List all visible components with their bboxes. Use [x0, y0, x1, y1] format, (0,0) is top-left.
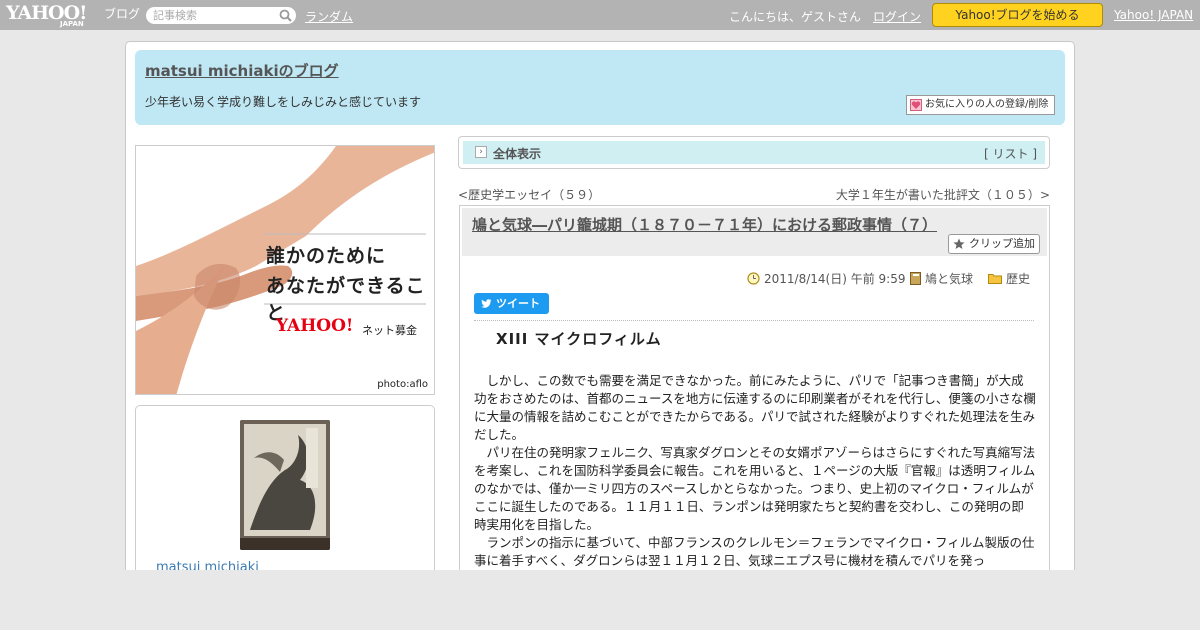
- ad-headline-1: 誰かのために: [266, 245, 387, 267]
- tweet-button[interactable]: ツイート: [474, 293, 549, 314]
- category-link-1[interactable]: 鳩と気球: [925, 272, 973, 286]
- logo-sub-text: JAPAN: [60, 20, 84, 28]
- book-cover-illustration: [240, 420, 330, 550]
- article-paragraph: パリ在住の発明家フェルニク、写真家ダグロンとその女婿ポアゾーらはさらにすぐれた写…: [474, 445, 1036, 532]
- favorite-register-button[interactable]: お気に入りの人の登録/削除: [906, 95, 1055, 115]
- article-view-bar-inner: › 全体表示 [ リスト ]: [463, 141, 1045, 164]
- next-article-nav: 大学１年生が書いた批評文（１０５）>: [835, 188, 1050, 202]
- profile-box: matsui michiaki: [135, 405, 435, 585]
- article-body: しかし、この数でも需要を満足できなかった。前にみたように、パリで「記事つき書簡」…: [474, 372, 1036, 570]
- list-bracket-close: ]: [1032, 147, 1037, 161]
- article-paragraph: ランポンの指示に基づいて、中部フランスのクレルモン＝フェランでマイクロ・フィルム…: [474, 535, 1035, 568]
- search-icon[interactable]: [279, 9, 292, 22]
- search-input[interactable]: [153, 8, 273, 23]
- article-date: 2011/8/14(日) 午前 9:59: [747, 270, 905, 287]
- yahoo-blog-logo[interactable]: YAHOO! JAPAN ブログ: [6, 2, 140, 28]
- ad-net-bokin-text: ネット募金: [362, 324, 417, 337]
- blog-title-link[interactable]: matsui michiakiのブログ: [145, 60, 339, 81]
- random-link[interactable]: ランダム: [305, 8, 353, 25]
- article-title[interactable]: 鳩と気球―パリ籠城期（１８７０－７１年）における郵政事情（７）: [472, 214, 937, 235]
- list-link-wrapper: [ リスト ]: [984, 145, 1037, 162]
- blog-header: matsui michiakiのブログ 少年老い易く学成り難しをしみじみと感じて…: [135, 50, 1065, 125]
- list-view-link[interactable]: リスト: [992, 147, 1028, 161]
- login-link[interactable]: ログイン: [873, 8, 921, 25]
- view-all-label[interactable]: 全体表示: [493, 145, 541, 162]
- page-bottom-area: [0, 570, 1200, 630]
- clip-button-label: クリップ追加: [969, 237, 1035, 250]
- next-article-link[interactable]: 大学１年生が書いた批評文（１０５）: [836, 188, 1040, 202]
- article-divider: [474, 320, 1034, 321]
- clip-add-button[interactable]: クリップ追加: [948, 234, 1040, 254]
- greeting-text: こんにちは、ゲストさん: [729, 10, 862, 24]
- start-blog-button[interactable]: Yahoo!ブログを始める: [932, 3, 1103, 27]
- folder-icon: [988, 274, 1002, 284]
- blog-description: 少年老い易く学成り難しをしみじみと感じています: [145, 95, 422, 109]
- ad-yahoo-logo: YAHOO!: [276, 316, 354, 336]
- ad-photo-credit: photo:aflo: [377, 379, 428, 390]
- section-heading: XIII マイクロフィルム: [496, 330, 662, 348]
- tweet-label: ツイート: [496, 297, 540, 310]
- clock-icon: [747, 272, 760, 285]
- heart-icon: [910, 99, 922, 111]
- star-icon: [953, 238, 965, 249]
- article-view-bar: › 全体表示 [ リスト ]: [458, 136, 1050, 169]
- previous-article-link[interactable]: 歴史学エッセイ（５９）: [468, 188, 600, 202]
- article-paragraph: しかし、この数でも需要を満足できなかった。前にみたように、パリで「記事つき書簡」…: [474, 373, 1036, 442]
- article-header: 鳩と気球―パリ籠城期（１８７０－７１年）における郵政事情（７） クリップ追加: [462, 208, 1047, 256]
- profile-book-image[interactable]: [240, 420, 330, 550]
- category-link-2[interactable]: 歴史: [1006, 272, 1030, 286]
- previous-article-nav: <歴史学エッセイ（５９）: [458, 188, 601, 202]
- book-icon: [910, 272, 921, 285]
- list-bracket-open: [: [983, 147, 989, 161]
- twitter-bird-icon: [481, 299, 492, 308]
- charity-ad-banner[interactable]: 誰かのために あなたができること YAHOO! ネット募金 photo:aflo: [135, 145, 435, 395]
- search-box: [146, 7, 296, 24]
- yahoo-japan-link[interactable]: Yahoo! JAPAN: [1114, 8, 1193, 22]
- article-container: 鳩と気球―パリ籠城期（１８７０－７１年）における郵政事情（７） クリップ追加 2…: [459, 205, 1050, 605]
- article-category-2: 歴史: [988, 270, 1030, 287]
- favorite-button-label: お気に入りの人の登録/削除: [925, 99, 1049, 110]
- top-navigation-bar: YAHOO! JAPAN ブログ ランダム こんにちは、ゲストさん ログイン Y…: [0, 0, 1200, 30]
- chevron-right-icon: ›: [475, 146, 487, 158]
- article-date-link[interactable]: 2011/8/14(日) 午前 9:59: [764, 272, 905, 286]
- logo-blog-text: ブログ: [104, 7, 141, 21]
- article-category-1: 鳩と気球: [910, 270, 973, 287]
